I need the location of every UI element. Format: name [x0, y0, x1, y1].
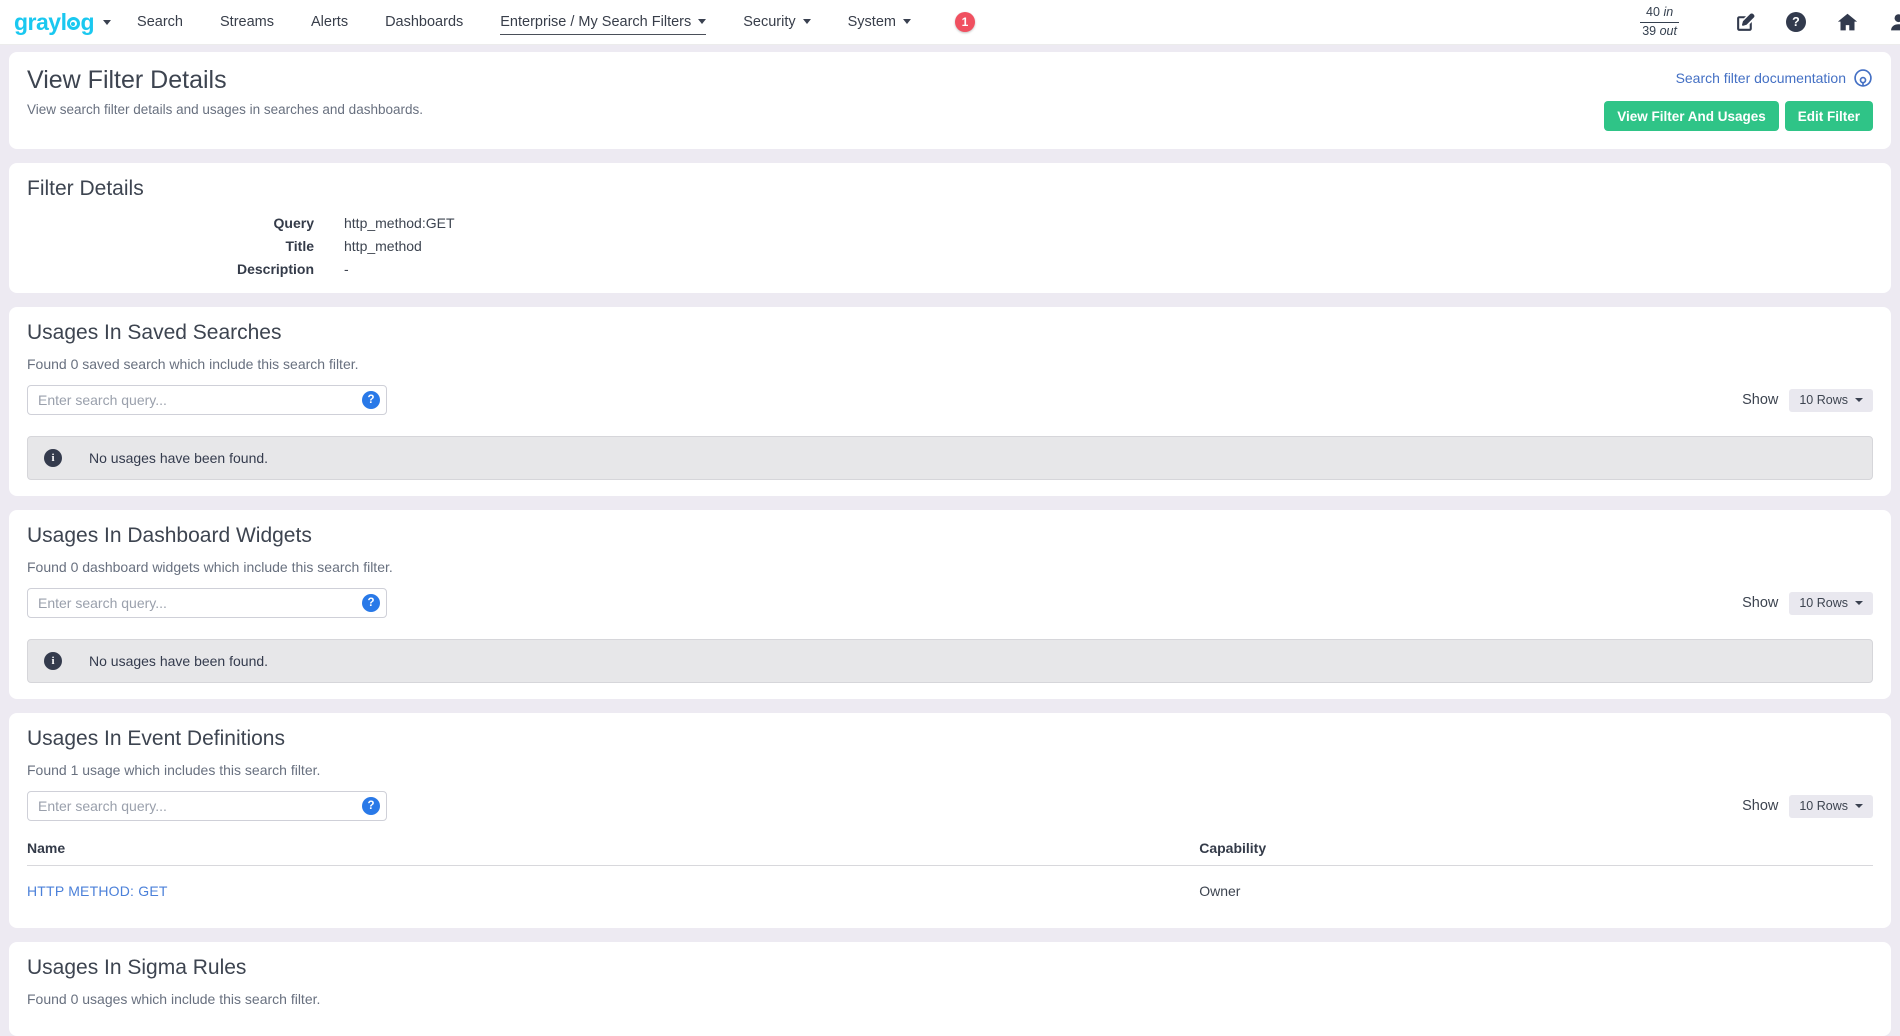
chevron-down-icon — [1855, 804, 1863, 808]
graylog-logo-o-mark — [67, 17, 80, 30]
info-icon — [44, 652, 62, 670]
detail-label-description: Description — [27, 261, 314, 277]
no-usages-alert: No usages have been found. — [27, 436, 1873, 480]
detail-value-query: http_method:GET — [344, 215, 1873, 231]
detail-value-title: http_method — [344, 238, 1873, 254]
usages-sigma-rules-card: Usages In Sigma Rules Found 0 usages whi… — [9, 942, 1891, 1036]
page-content: View Filter Details View search filter d… — [0, 45, 1900, 1036]
page-size-control: Show 10 Rows — [1742, 795, 1873, 818]
page-size-control: Show 10 Rows — [1742, 592, 1873, 615]
notification-badge[interactable]: 1 — [955, 12, 975, 32]
detail-label-title: Title — [27, 238, 314, 254]
main-navigation: Search Streams Alerts Dashboards Enterpr… — [137, 10, 911, 35]
search-input[interactable] — [27, 588, 387, 618]
graylog-logo[interactable]: graylg — [14, 11, 111, 34]
filter-details-list: Query http_method:GET Title http_method … — [27, 215, 1873, 277]
section-title: Usages In Dashboard Widgets — [27, 524, 1873, 548]
throughput-out: 39 out — [1640, 23, 1679, 40]
search-input[interactable] — [27, 385, 387, 415]
page-header-right: Search filter documentation View Filter … — [1604, 66, 1873, 131]
edit-icon[interactable] — [1734, 11, 1756, 33]
nav-item-alerts[interactable]: Alerts — [311, 10, 348, 35]
search-filter-documentation-link[interactable]: Search filter documentation — [1676, 68, 1873, 88]
alert-message: No usages have been found. — [89, 450, 268, 466]
user-icon[interactable] — [1887, 11, 1900, 33]
no-usages-alert: No usages have been found. — [27, 639, 1873, 683]
controls-row: Show 10 Rows — [27, 791, 1873, 821]
chevron-down-icon[interactable] — [103, 20, 111, 25]
column-header-name: Name — [27, 836, 1199, 866]
chevron-down-icon — [803, 19, 811, 24]
controls-row: Show 10 Rows — [27, 588, 1873, 618]
found-count-text: Found 1 usage which includes this search… — [27, 762, 1873, 778]
section-title: Usages In Saved Searches — [27, 321, 1873, 345]
search-input[interactable] — [27, 791, 387, 821]
question-circle-icon — [1786, 12, 1806, 32]
search-help-icon[interactable] — [362, 594, 380, 612]
edit-filter-button[interactable]: Edit Filter — [1785, 101, 1873, 131]
section-title: Usages In Sigma Rules — [27, 956, 1873, 980]
column-header-capability: Capability — [1199, 836, 1873, 866]
documentation-icon — [1853, 68, 1873, 88]
table-row: HTTP METHOD: GET Owner — [27, 866, 1873, 913]
controls-row: Show 10 Rows — [27, 385, 1873, 415]
top-navbar: graylg Search Streams Alerts Dashboards … — [0, 0, 1900, 45]
search-input-wrap — [27, 588, 387, 618]
found-count-text: Found 0 usages which include this search… — [27, 991, 1873, 1007]
help-icon[interactable] — [1785, 11, 1807, 33]
search-input-wrap — [27, 791, 387, 821]
alert-message: No usages have been found. — [89, 653, 268, 669]
found-count-text: Found 0 saved search which include this … — [27, 356, 1873, 372]
table-header-row: Name Capability — [27, 836, 1873, 866]
chevron-down-icon — [698, 19, 706, 24]
usages-dashboard-widgets-card: Usages In Dashboard Widgets Found 0 dash… — [9, 510, 1891, 699]
page-header-card: View Filter Details View search filter d… — [9, 52, 1891, 149]
section-title: Usages In Event Definitions — [27, 727, 1873, 751]
show-label: Show — [1742, 798, 1778, 814]
detail-label-query: Query — [27, 215, 314, 231]
usages-event-definitions-card: Usages In Event Definitions Found 1 usag… — [9, 713, 1891, 928]
page-title: View Filter Details — [27, 66, 423, 95]
chevron-down-icon — [903, 19, 911, 24]
navbar-right-group: 40 in 39 out — [1640, 5, 1900, 39]
filter-details-card: Filter Details Query http_method:GET Tit… — [9, 163, 1891, 293]
found-count-text: Found 0 dashboard widgets which include … — [27, 559, 1873, 575]
rows-per-page-dropdown[interactable]: 10 Rows — [1789, 592, 1873, 615]
show-label: Show — [1742, 392, 1778, 408]
search-help-icon[interactable] — [362, 797, 380, 815]
search-help-icon[interactable] — [362, 391, 380, 409]
nav-item-streams[interactable]: Streams — [220, 10, 274, 35]
show-label: Show — [1742, 595, 1778, 611]
throughput-counter[interactable]: 40 in 39 out — [1640, 5, 1679, 39]
rows-per-page-dropdown[interactable]: 10 Rows — [1789, 795, 1873, 818]
graylog-logo-text: graylg — [14, 11, 94, 34]
nav-item-system[interactable]: System — [848, 10, 911, 35]
page-header-left: View Filter Details View search filter d… — [27, 66, 423, 117]
chevron-down-icon — [1855, 601, 1863, 605]
chevron-down-icon — [1855, 398, 1863, 402]
detail-value-description: - — [344, 261, 1873, 277]
page-subtitle: View search filter details and usages in… — [27, 102, 423, 117]
throughput-in: 40 in — [1640, 5, 1679, 23]
header-buttons: View Filter And Usages Edit Filter — [1604, 101, 1873, 131]
rows-per-page-dropdown[interactable]: 10 Rows — [1789, 389, 1873, 412]
event-definitions-table: Name Capability HTTP METHOD: GET Owner — [27, 836, 1873, 912]
search-input-wrap — [27, 385, 387, 415]
event-definition-link[interactable]: HTTP METHOD: GET — [27, 883, 168, 899]
info-icon — [44, 449, 62, 467]
view-filter-and-usages-button[interactable]: View Filter And Usages — [1604, 101, 1779, 131]
nav-item-security[interactable]: Security — [743, 10, 810, 35]
nav-item-dashboards[interactable]: Dashboards — [385, 10, 463, 35]
filter-details-title: Filter Details — [27, 177, 1873, 201]
capability-value: Owner — [1199, 866, 1873, 913]
nav-item-search[interactable]: Search — [137, 10, 183, 35]
page-size-control: Show 10 Rows — [1742, 389, 1873, 412]
usages-saved-searches-card: Usages In Saved Searches Found 0 saved s… — [9, 307, 1891, 496]
home-icon[interactable] — [1836, 11, 1858, 33]
nav-item-enterprise-my-search-filters[interactable]: Enterprise / My Search Filters — [500, 10, 706, 35]
